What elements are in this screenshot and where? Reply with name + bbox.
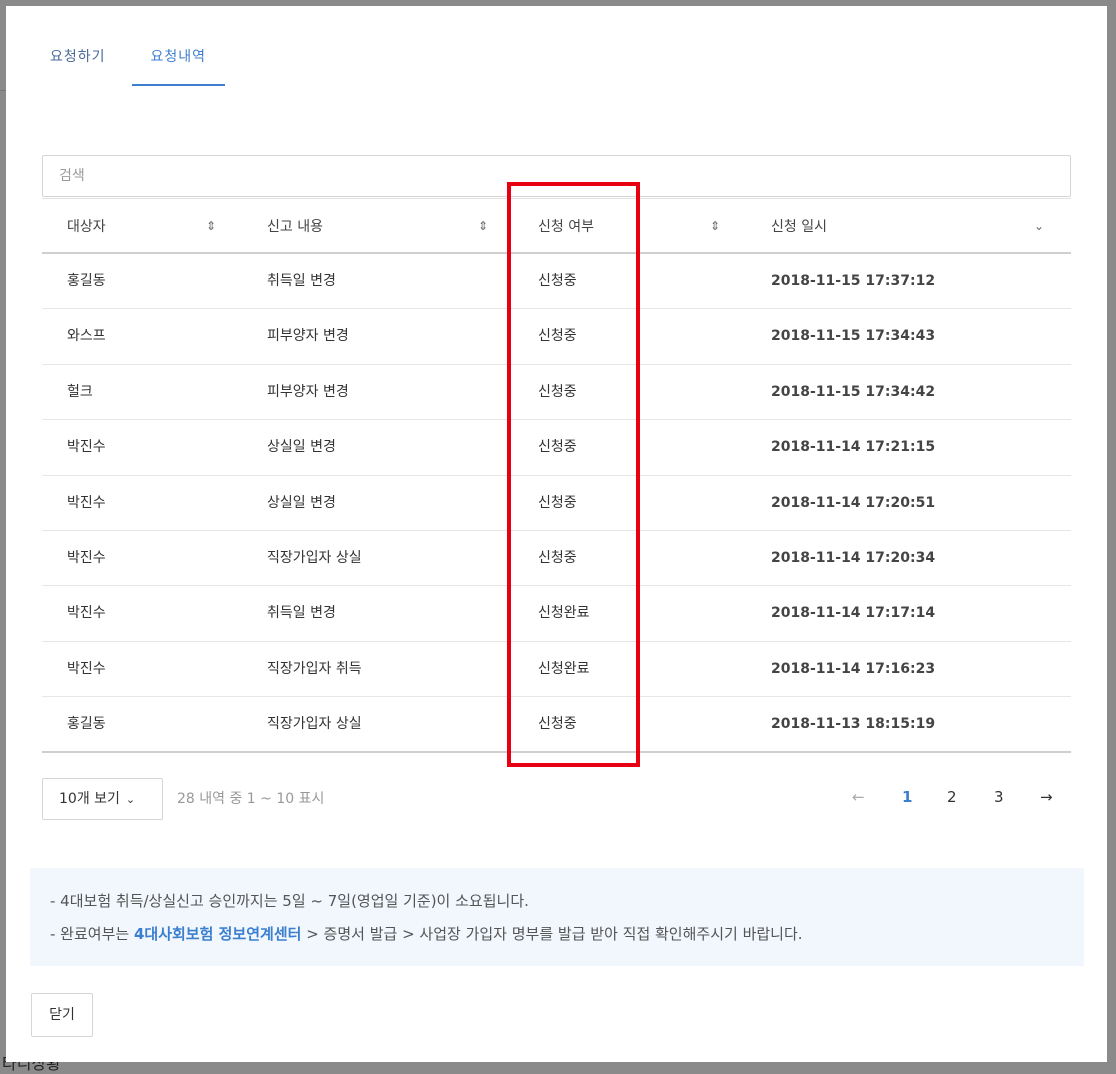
table-row[interactable]: 박진수 직장가입자 취득 신청완료 2018-11-14 17:16:23	[42, 642, 1071, 698]
table-row[interactable]: 와스프 피부양자 변경 신청중 2018-11-15 17:34:43	[42, 309, 1071, 365]
tab-bar: 요청하기 요청내역	[34, 36, 235, 86]
cell-target: 홍길동	[67, 716, 106, 733]
cell-status: 신청중	[538, 273, 577, 289]
page-size-select[interactable]: 10개 보기 ⌄	[42, 778, 163, 820]
cell-status: 신청중	[538, 439, 577, 456]
cell-content: 피부양자 변경	[267, 328, 349, 345]
column-header-target[interactable]: 대상자	[67, 199, 106, 255]
notice-line-2: - 완료여부는 4대사회보험 정보연계센터 > 증명서 발급 > 사업장 가입자…	[50, 923, 1064, 945]
prev-page-button[interactable]: ←	[852, 788, 865, 806]
pagination-summary: 28 내역 중 1 ~ 10 표시	[177, 791, 325, 807]
cell-content: 직장가입자 상실	[267, 716, 362, 733]
cell-target: 박진수	[67, 660, 106, 677]
page-3-button[interactable]: 3	[994, 788, 1004, 806]
cell-status: 신청중	[538, 716, 577, 733]
table-row[interactable]: 박진수 상실일 변경 신청중 2018-11-14 17:21:15	[42, 420, 1071, 476]
notice-line-1: - 4대보험 취득/상실신고 승인까지는 5일 ~ 7일(영업일 기준)이 소요…	[50, 892, 529, 910]
column-header-datetime[interactable]: 신청 일시	[771, 199, 827, 255]
column-header-status[interactable]: 신청 여부	[538, 199, 594, 255]
cell-datetime: 2018-11-15 17:34:42	[771, 383, 936, 400]
cell-content: 취득일 변경	[267, 273, 336, 289]
cell-target: 박진수	[67, 439, 106, 456]
table-header: 대상자 ⇕ 신고 내용 ⇕ 신청 여부 ⇕ 신청 일시 ⌄	[42, 198, 1071, 254]
sort-updown-icon[interactable]: ⇕	[206, 199, 216, 255]
cell-content: 취득일 변경	[267, 605, 336, 622]
table-body: 홍길동 취득일 변경 신청중 2018-11-15 17:37:12 와스프 피부양자 변…	[42, 254, 1071, 753]
table-row[interactable]: 헐크 피부양자 변경 신청중 2018-11-15 17:34:42	[42, 365, 1071, 421]
page-size-label: 10개 보기	[59, 791, 120, 807]
cell-target: 홍길동	[67, 273, 106, 289]
cell-content: 직장가입자 취득	[267, 660, 362, 677]
cell-datetime: 2018-11-14 17:17:14	[771, 605, 936, 622]
tab-request[interactable]: 요청하기	[34, 36, 122, 86]
info-center-link[interactable]: 4대사회보험 정보연계센터	[134, 925, 301, 943]
cell-datetime: 2018-11-13 18:15:19	[771, 716, 936, 733]
cell-content: 상실일 변경	[267, 439, 336, 456]
table-row[interactable]: 박진수 상실일 변경 신청중 2018-11-14 17:20:51	[42, 476, 1071, 531]
cell-datetime: 2018-11-14 17:16:23	[771, 660, 936, 677]
cell-datetime: 2018-11-14 17:21:15	[771, 439, 936, 456]
cell-status: 신청완료	[538, 660, 590, 677]
table-row[interactable]: 박진수 취득일 변경 신청완료 2018-11-14 17:17:14	[42, 586, 1071, 642]
tab-request-history[interactable]: 요청내역	[131, 36, 226, 86]
table-row[interactable]: 홍길동 취득일 변경 신청중 2018-11-15 17:37:12	[42, 254, 1071, 310]
cell-target: 와스프	[67, 328, 106, 345]
cell-content: 직장가입자 상실	[267, 549, 362, 566]
cell-datetime: 2018-11-14 17:20:34	[771, 549, 936, 566]
chevron-down-icon: ⌄	[125, 793, 136, 806]
notice-line-2-suffix: > 증명서 발급 > 사업장 가입자 명부를 발급 받아 직접 확인해주시기 바…	[301, 925, 803, 943]
cell-status: 신청중	[538, 549, 577, 566]
request-table: 대상자 ⇕ 신고 내용 ⇕ 신청 여부 ⇕ 신청 일시 ⌄ 홍길동 취득일 변경 신…	[42, 198, 1071, 753]
cell-content: 상실일 변경	[267, 494, 336, 511]
sort-updown-icon[interactable]: ⇕	[478, 199, 488, 255]
cell-datetime: 2018-11-14 17:20:51	[771, 494, 936, 511]
chevron-down-icon[interactable]: ⌄	[1034, 199, 1044, 255]
cell-target: 박진수	[67, 549, 106, 566]
close-button[interactable]: 닫기	[31, 993, 93, 1037]
search-input[interactable]	[42, 155, 1071, 197]
cell-datetime: 2018-11-15 17:37:12	[771, 273, 936, 289]
cell-status: 신청완료	[538, 605, 590, 622]
next-page-button[interactable]: →	[1040, 788, 1053, 806]
page-1-button[interactable]: 1	[902, 788, 912, 806]
cell-content: 피부양자 변경	[267, 383, 349, 400]
sort-updown-icon[interactable]: ⇕	[710, 199, 720, 255]
table-row[interactable]: 홍길동 직장가입자 상실 신청중 2018-11-13 18:15:19	[42, 697, 1071, 753]
notice-box: - 4대보험 취득/상실신고 승인까지는 5일 ~ 7일(영업일 기준)이 소요…	[30, 868, 1084, 966]
cell-target: 헐크	[67, 383, 93, 400]
cell-status: 신청중	[538, 383, 577, 400]
request-history-modal: 요청하기 요청내역 대상자 ⇕ 신고 내용 ⇕ 신청 여부 ⇕ 신청 일시 ⌄ …	[6, 6, 1107, 1062]
cell-target: 박진수	[67, 605, 106, 622]
table-row[interactable]: 박진수 직장가입자 상실 신청중 2018-11-14 17:20:34	[42, 531, 1071, 587]
notice-line-2-prefix: - 완료여부는	[50, 925, 134, 943]
cell-status: 신청중	[538, 328, 577, 345]
column-header-content[interactable]: 신고 내용	[267, 199, 323, 255]
cell-target: 박진수	[67, 494, 106, 511]
page-2-button[interactable]: 2	[947, 788, 957, 806]
cell-status: 신청중	[538, 494, 577, 511]
cell-datetime: 2018-11-15 17:34:43	[771, 328, 936, 345]
